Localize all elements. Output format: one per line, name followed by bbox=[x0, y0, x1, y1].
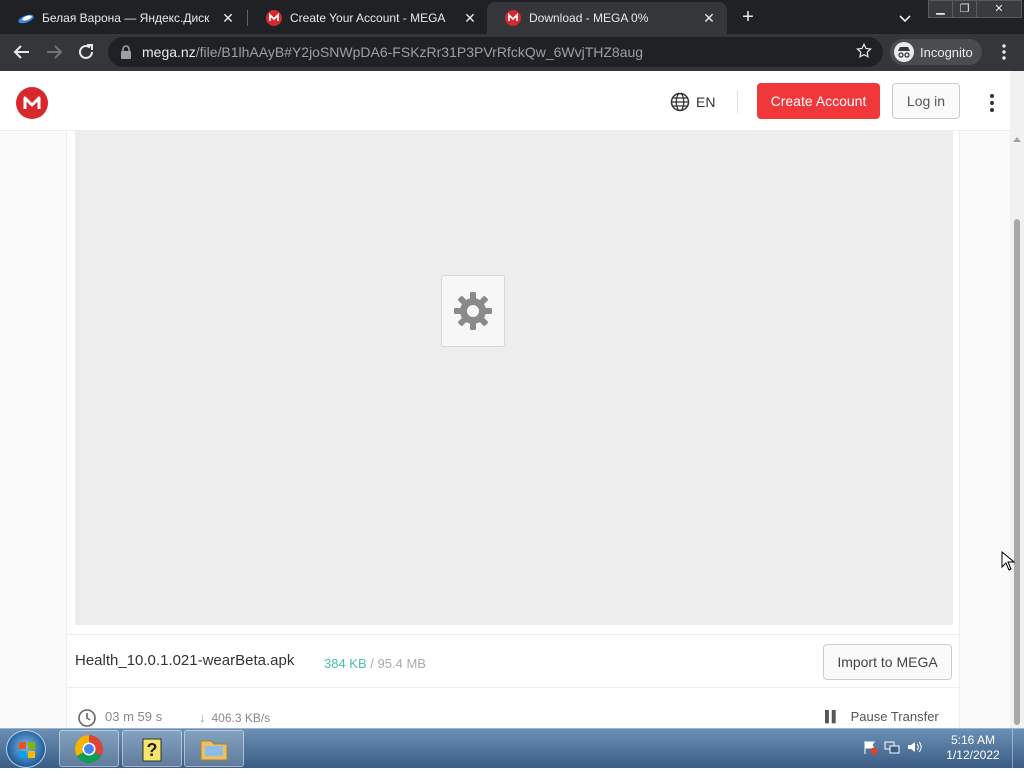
mega-favicon-icon bbox=[505, 10, 521, 26]
incognito-label: Incognito bbox=[920, 44, 973, 60]
tab-title: Create Your Account - MEGA bbox=[290, 11, 446, 25]
create-account-button[interactable]: Create Account bbox=[757, 83, 880, 119]
lock-icon[interactable] bbox=[120, 45, 132, 59]
windows-start-button[interactable] bbox=[6, 730, 46, 768]
browser-tab-yandex[interactable]: Белая Варона — Яндекс.Диск ✕ bbox=[0, 2, 246, 34]
close-window-button[interactable]: ✕ bbox=[976, 0, 1022, 18]
pause-transfer-button[interactable]: ▌▌ Pause Transfer bbox=[825, 709, 939, 724]
size-separator: / bbox=[370, 656, 374, 671]
taskbar-explorer[interactable] bbox=[184, 730, 244, 767]
browser-tab-download[interactable]: Download - MEGA 0% ✕ bbox=[487, 2, 727, 34]
show-desktop-button[interactable] bbox=[1012, 729, 1024, 769]
close-tab-icon[interactable]: ✕ bbox=[216, 10, 240, 27]
minimize-window-button[interactable]: ▁ bbox=[928, 0, 953, 18]
incognito-icon bbox=[894, 42, 914, 62]
folder-icon bbox=[200, 740, 228, 760]
url-text: mega.nz/file/B1lhAAyB#Y2joSNWpDA6-FSKzRr… bbox=[142, 44, 643, 60]
close-tab-icon[interactable]: ✕ bbox=[458, 10, 482, 27]
bookmark-star-icon[interactable] bbox=[855, 42, 873, 60]
transfer-speed: ↓ 406.3 KB/s bbox=[199, 710, 270, 725]
new-tab-button[interactable]: + bbox=[736, 4, 760, 30]
system-tray bbox=[862, 739, 928, 755]
yandex-disk-icon bbox=[18, 14, 34, 24]
taskbar-help[interactable]: ? bbox=[122, 730, 182, 767]
browser-menu-icon[interactable] bbox=[994, 42, 1014, 62]
globe-icon bbox=[670, 92, 690, 112]
windows-logo-icon bbox=[19, 742, 35, 758]
action-center-flag-icon[interactable] bbox=[862, 739, 878, 755]
network-icon[interactable] bbox=[884, 739, 900, 755]
restore-window-button[interactable]: ❐ bbox=[952, 0, 977, 18]
url-host: mega.nz bbox=[142, 44, 196, 60]
mega-logo-icon bbox=[23, 96, 41, 109]
header-divider bbox=[737, 91, 738, 113]
clock-icon bbox=[78, 709, 96, 727]
total-size: 95.4 MB bbox=[377, 656, 426, 671]
back-arrow-icon[interactable] bbox=[10, 40, 34, 64]
browser-tab-strip: Белая Варона — Яндекс.Диск ✕ Create Your… bbox=[0, 0, 1024, 34]
reload-icon[interactable] bbox=[74, 40, 98, 64]
mega-favicon-icon bbox=[266, 10, 282, 26]
close-tab-icon[interactable]: ✕ bbox=[697, 10, 721, 27]
file-name: Health_10.0.1.021-wearBeta.apk bbox=[75, 652, 295, 669]
transfer-stats: 03 m 59 s ↓ 406.3 KB/s ▌▌ Pause Transfer bbox=[67, 703, 959, 728]
mega-header: EN Create Account Log in bbox=[0, 71, 1010, 131]
scroll-up-arrow-icon[interactable] bbox=[1013, 137, 1021, 142]
speed-value: 406.3 KB/s bbox=[211, 710, 271, 725]
svg-text:?: ? bbox=[147, 740, 158, 760]
page-scrollbar[interactable] bbox=[1010, 71, 1024, 728]
tab-search-chevron-icon[interactable] bbox=[895, 8, 915, 28]
gear-icon bbox=[454, 292, 492, 330]
mouse-cursor-icon bbox=[1001, 551, 1015, 571]
forward-arrow-icon[interactable] bbox=[42, 40, 66, 64]
windows-taskbar: ? 5:16 AM 1/12/2022 bbox=[0, 728, 1024, 769]
download-arrow-icon: ↓ bbox=[199, 710, 206, 725]
file-type-thumbnail bbox=[441, 275, 505, 347]
address-bar[interactable]: mega.nz/file/B1lhAAyB#Y2joSNWpDA6-FSKzRr… bbox=[108, 37, 883, 67]
file-info-bar: Health_10.0.1.021-wearBeta.apk 384 KB / … bbox=[67, 634, 959, 688]
browser-tab-create-account[interactable]: Create Your Account - MEGA ✕ bbox=[248, 2, 488, 34]
language-selector[interactable]: EN bbox=[670, 92, 715, 112]
tab-title: Белая Варона — Яндекс.Диск bbox=[42, 11, 210, 25]
time-remaining: 03 m 59 s bbox=[105, 709, 163, 724]
download-card: Health_10.0.1.021-wearBeta.apk 384 KB / … bbox=[66, 131, 960, 728]
taskbar-clock[interactable]: 5:16 AM 1/12/2022 bbox=[938, 733, 1008, 763]
mega-logo[interactable] bbox=[16, 87, 48, 119]
downloaded-size: 384 KB bbox=[324, 656, 367, 671]
mega-download-page: EN Create Account Log in Health_10.0.1.0… bbox=[0, 71, 1024, 728]
header-menu-icon[interactable] bbox=[982, 91, 1002, 115]
clock-time: 5:16 AM bbox=[950, 733, 996, 747]
file-size: 384 KB / 95.4 MB bbox=[324, 656, 426, 671]
pause-label: Pause Transfer bbox=[850, 709, 939, 724]
login-button[interactable]: Log in bbox=[892, 83, 960, 119]
plus-icon: + bbox=[742, 6, 754, 28]
chrome-icon bbox=[75, 734, 103, 763]
language-label: EN bbox=[696, 94, 716, 110]
url-path: /file/B1lhAAyB#Y2joSNWpDA6-FSKzRr31P3PVr… bbox=[195, 44, 644, 60]
clock-date: 1/12/2022 bbox=[946, 748, 1000, 762]
taskbar-chrome[interactable] bbox=[59, 730, 119, 767]
file-preview-area bbox=[75, 131, 953, 625]
volume-icon[interactable] bbox=[906, 739, 922, 755]
tab-title: Download - MEGA 0% bbox=[529, 11, 649, 25]
incognito-badge[interactable]: Incognito bbox=[890, 39, 982, 65]
browser-toolbar: mega.nz/file/B1lhAAyB#Y2joSNWpDA6-FSKzRr… bbox=[0, 34, 1024, 71]
pause-icon: ▌▌ bbox=[825, 710, 840, 723]
import-to-mega-button[interactable]: Import to MEGA bbox=[823, 644, 952, 680]
scrollbar-thumb[interactable] bbox=[1014, 219, 1020, 725]
help-question-icon: ? bbox=[142, 738, 162, 761]
